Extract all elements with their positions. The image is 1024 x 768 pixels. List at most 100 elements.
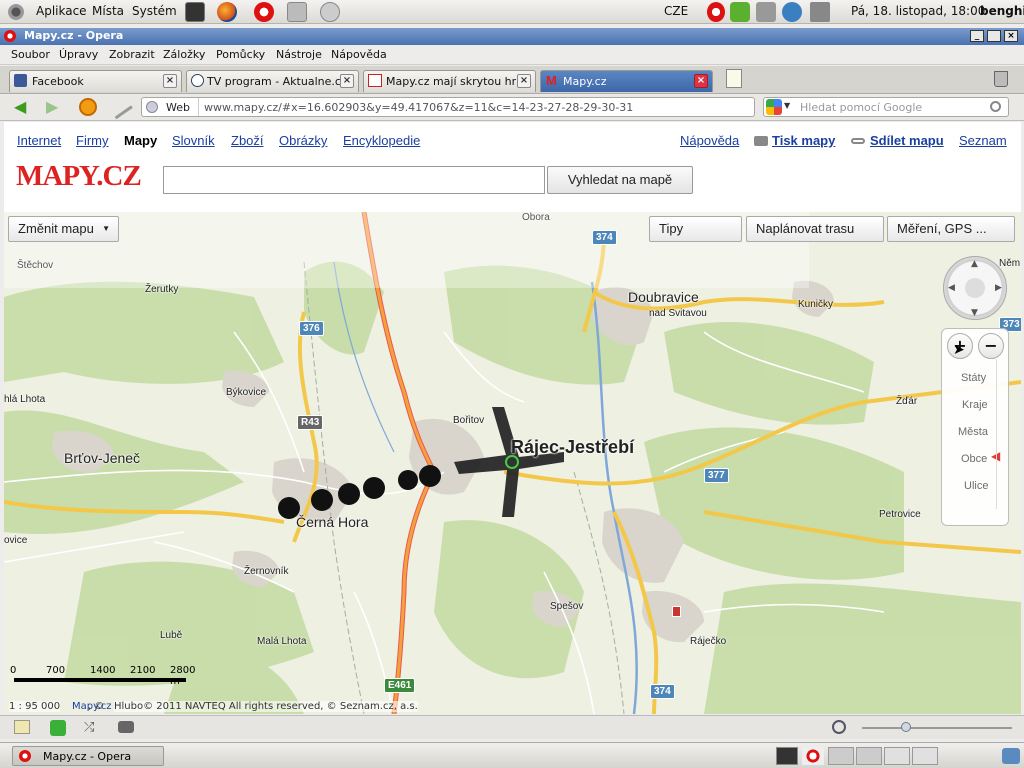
forward-icon[interactable]: ▶ — [46, 99, 58, 115]
reload-icon[interactable] — [79, 98, 97, 116]
plan-route-button[interactable]: Naplánovat trasu — [746, 216, 884, 242]
search-field[interactable]: ▼ Hledat pomocí Google — [763, 97, 1009, 117]
address-field[interactable]: Web www.mapy.cz/#x=16.602903&y=49.417067… — [141, 97, 755, 117]
close-tab-icon[interactable]: × — [163, 74, 177, 88]
pan-left-icon[interactable]: ◀ — [948, 283, 955, 293]
menu-system[interactable]: Systém — [132, 4, 177, 18]
help-link[interactable]: Nápověda — [680, 133, 739, 148]
zoom-slider-thumb[interactable] — [901, 722, 911, 732]
menu-applications[interactable]: Aplikace — [36, 4, 87, 18]
google-icon[interactable] — [766, 99, 782, 115]
close-tab-icon[interactable]: × — [517, 74, 531, 88]
zoom-level-staty[interactable]: Státy — [961, 372, 986, 384]
zoom-level-ulice[interactable]: Ulice — [964, 480, 988, 492]
wand-icon[interactable] — [107, 94, 133, 120]
keyboard-layout[interactable]: CZE — [664, 4, 688, 18]
clock[interactable]: Pá, 18. listopad, 18:00 — [851, 4, 985, 18]
nav-slovnik[interactable]: Slovník — [172, 133, 215, 148]
firefox-icon[interactable] — [217, 2, 237, 22]
search-engine-dropdown-icon[interactable]: ▼ — [784, 101, 790, 110]
zoom-slider[interactable] — [862, 727, 1012, 729]
menu-places[interactable]: Místa — [92, 4, 124, 18]
place-zernovnik: Žernovník — [244, 566, 289, 577]
window-title-bar[interactable]: Mapy.cz - Opera _ × — [0, 28, 1024, 45]
seznam-link[interactable]: Seznam — [959, 133, 1007, 148]
workspace-3[interactable] — [884, 747, 910, 765]
zoom-level-mesta[interactable]: Města — [958, 426, 988, 438]
share-icon[interactable]: ⤮ — [84, 720, 100, 736]
terminal-icon[interactable] — [185, 2, 205, 22]
copyright-text: Hlubo© 2011 NAVTEQ All rights reserved, … — [114, 701, 418, 712]
close-tab-icon[interactable]: × — [340, 74, 354, 88]
tab-mapy[interactable]: M Mapy.cz × — [540, 70, 713, 92]
workspace-opera-icon[interactable] — [802, 747, 824, 765]
clock-app-icon[interactable] — [320, 2, 340, 22]
minimize-icon[interactable]: _ — [970, 30, 984, 42]
volume-icon[interactable] — [810, 2, 830, 22]
mapy-copyright-link[interactable]: Mapy.cz — [72, 701, 112, 712]
opera-tray-icon[interactable] — [707, 2, 725, 22]
nav-internet[interactable]: Internet — [17, 133, 61, 148]
menu-file[interactable]: Soubor — [11, 48, 50, 61]
nav-zbozi[interactable]: Zboží — [231, 133, 264, 148]
mapy-logo[interactable]: MAPY.CZ — [16, 160, 142, 193]
back-icon[interactable]: ◀ — [14, 99, 26, 115]
menu-tools[interactable]: Pomůcky — [216, 48, 265, 61]
pan-center-icon[interactable] — [965, 278, 985, 298]
zoom-level-kraje[interactable]: Kraje — [962, 399, 988, 411]
nav-obrazky[interactable]: Obrázky — [279, 133, 327, 148]
pan-right-icon[interactable]: ▶ — [995, 283, 1002, 293]
maximize-icon[interactable] — [987, 30, 1001, 42]
update-ok-icon[interactable] — [730, 2, 750, 22]
pan-control[interactable]: ▲ ▼ ◀ ▶ — [943, 256, 1007, 320]
pan-down-icon[interactable]: ▼ — [971, 308, 978, 318]
close-tab-icon[interactable]: × — [694, 74, 708, 88]
taskbar-window-button[interactable]: Mapy.cz - Opera — [12, 746, 164, 766]
network-icon[interactable] — [782, 2, 802, 22]
screenshot-icon[interactable] — [287, 2, 307, 22]
gnome-foot-icon[interactable] — [8, 4, 24, 20]
workspace-1[interactable] — [828, 747, 854, 765]
trash-icon[interactable] — [994, 71, 1008, 87]
unite-icon[interactable] — [50, 720, 66, 736]
user-name[interactable]: benghi — [980, 4, 1024, 18]
new-tab-icon[interactable] — [726, 69, 742, 88]
search-icon[interactable] — [990, 101, 1001, 112]
panels-icon[interactable] — [14, 720, 30, 734]
road-shield: 374 — [592, 230, 617, 245]
close-window-icon[interactable]: × — [1004, 30, 1018, 42]
share-map-link[interactable]: Sdílet mapu — [870, 133, 944, 148]
tab-zive[interactable]: Mapy.cz mají skrytou hr... × — [363, 70, 536, 92]
zoom-slider-track[interactable] — [996, 359, 997, 509]
measure-gps-button[interactable]: Měření, GPS ... — [887, 216, 1015, 242]
nav-encyklopedie[interactable]: Encyklopedie — [343, 133, 420, 148]
place-spesov: Spešov — [550, 601, 584, 612]
workspace-4[interactable] — [912, 747, 938, 765]
menu-widgets[interactable]: Nástroje — [276, 48, 322, 61]
zoom-out-button[interactable]: − — [978, 333, 1004, 359]
trash-panel-icon[interactable] — [1002, 748, 1020, 764]
pan-up-icon[interactable]: ▲ — [971, 259, 978, 269]
tips-button[interactable]: Tipy — [649, 216, 742, 242]
workspace-terminal-icon[interactable] — [776, 747, 798, 765]
menu-bookmarks[interactable]: Záložky — [163, 48, 205, 61]
zoom-level-obce[interactable]: Obce — [961, 453, 987, 465]
zoom-icon[interactable] — [832, 720, 846, 734]
tab-tv-program[interactable]: TV program - Aktualne.c... × — [186, 70, 359, 92]
menu-view[interactable]: Zobrazit — [109, 48, 155, 61]
disk-icon[interactable] — [756, 2, 776, 22]
workspace-2[interactable] — [856, 747, 882, 765]
map-canvas[interactable]: Změnit mapu ▼ Tipy Naplánovat trasu Měřen… — [4, 212, 1021, 714]
nav-firmy[interactable]: Firmy — [76, 133, 109, 148]
print-map-link[interactable]: Tisk mapy — [772, 133, 835, 148]
menu-edit[interactable]: Úpravy — [59, 48, 98, 61]
scale-tick: 2100 — [130, 665, 156, 676]
poi-marker-icon[interactable] — [672, 606, 681, 617]
tab-facebook[interactable]: Facebook × — [9, 70, 182, 92]
camera-icon[interactable] — [118, 721, 134, 733]
search-map-button[interactable]: Vyhledat na mapě — [547, 166, 693, 194]
menu-help[interactable]: Nápověda — [331, 48, 387, 61]
map-search-input[interactable] — [163, 166, 545, 194]
opera-icon[interactable] — [254, 2, 274, 22]
change-map-button[interactable]: Změnit mapu ▼ — [8, 216, 119, 242]
